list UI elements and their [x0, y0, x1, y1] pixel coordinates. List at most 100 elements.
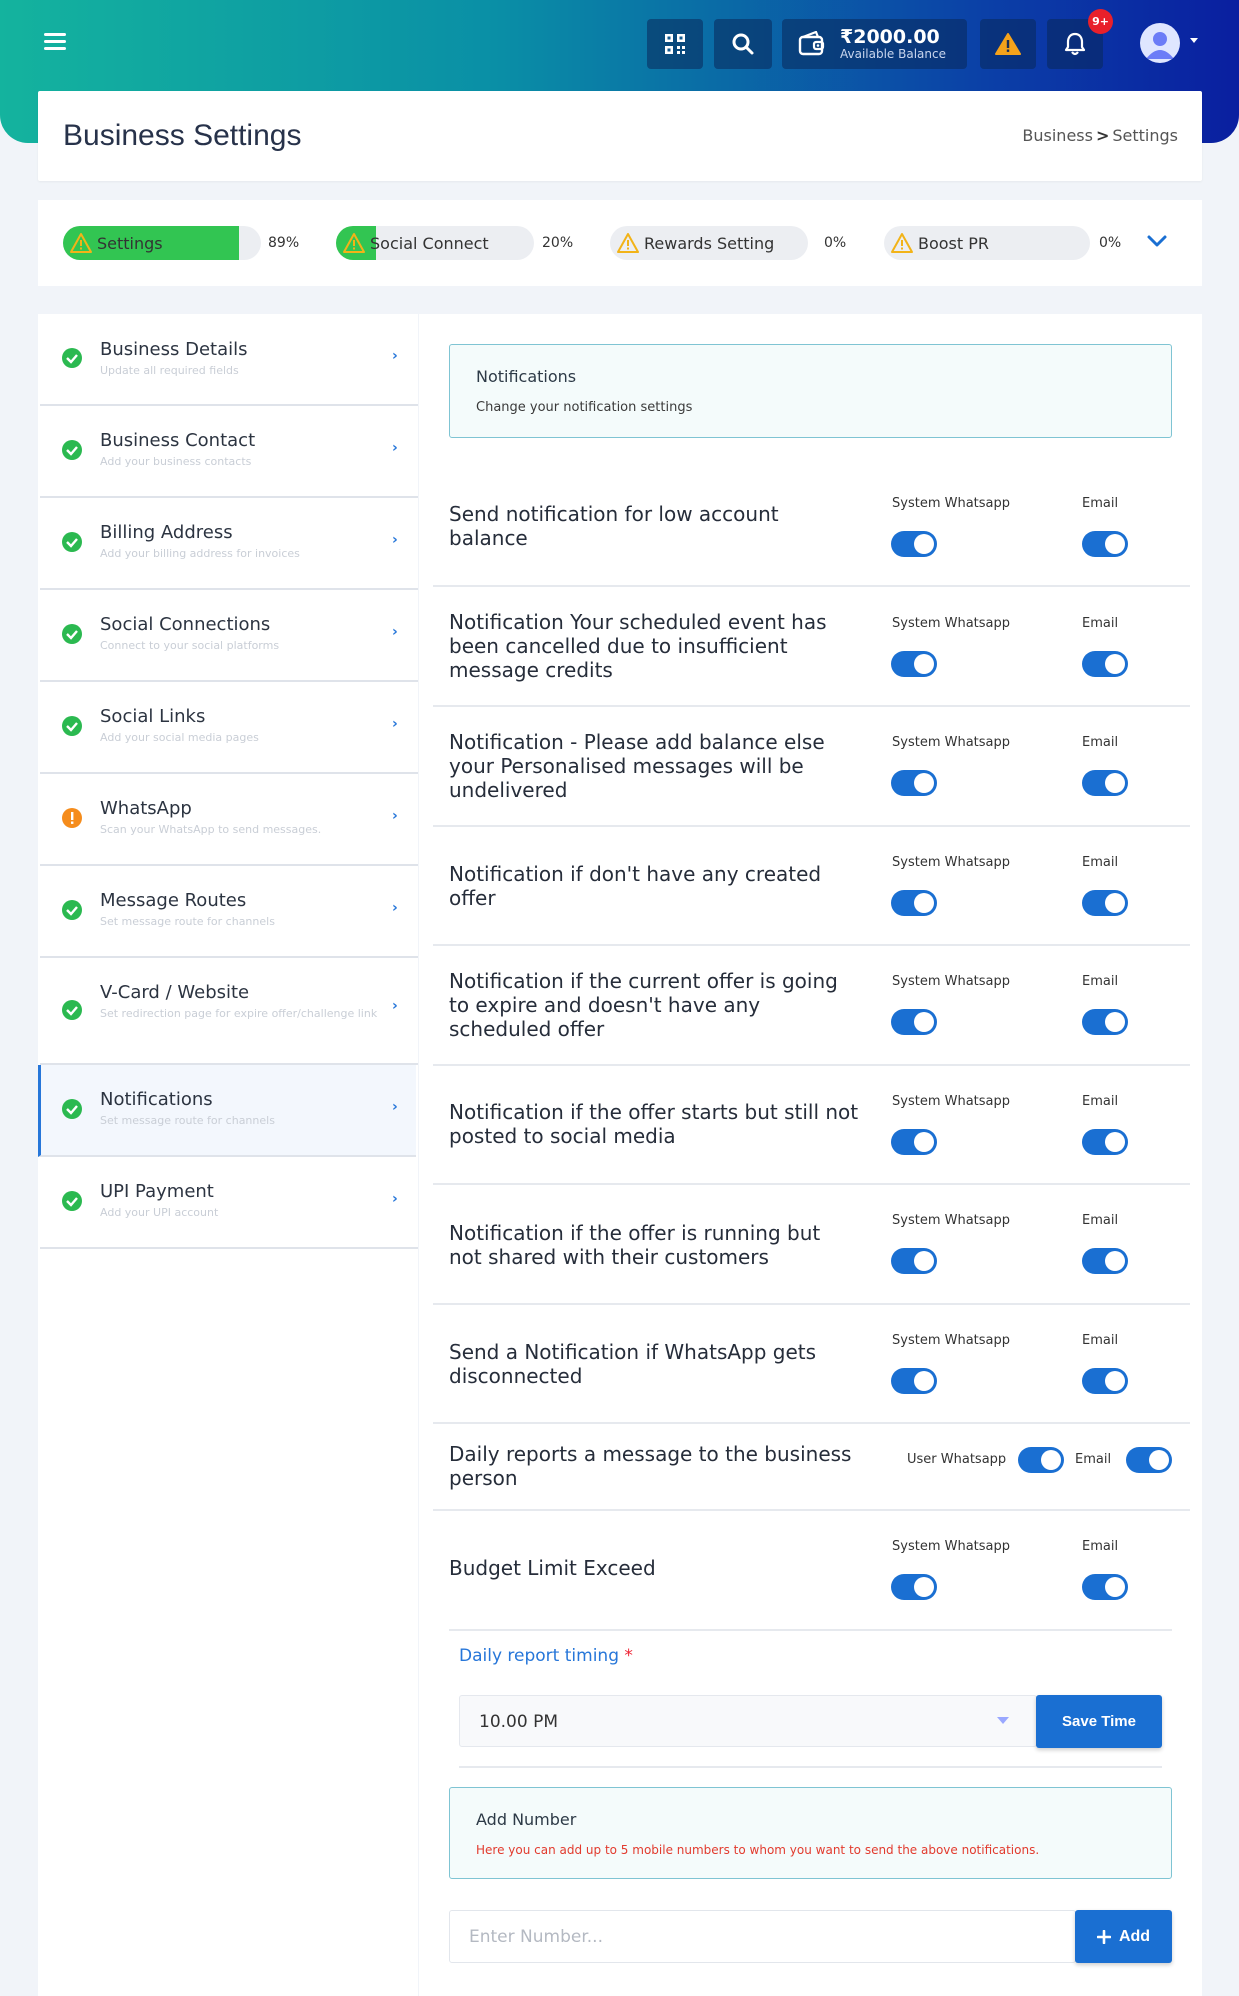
- channel-label: Email: [1082, 974, 1119, 989]
- whatsapp-toggle[interactable]: [891, 1574, 937, 1600]
- balance-amount: ₹2000.00: [840, 26, 940, 48]
- notification-text: Notification if the offer starts but sti…: [449, 1100, 859, 1148]
- sidebar-item-notifications[interactable]: Notifications Set message route for chan…: [38, 1065, 416, 1157]
- whatsapp-toggle[interactable]: [891, 1129, 937, 1155]
- sidebar-item-social-connections[interactable]: Social Connections Connect to your socia…: [40, 590, 418, 682]
- chevron-down-icon: [997, 1717, 1009, 1724]
- qr-button[interactable]: [647, 19, 703, 69]
- save-time-button[interactable]: Save Time: [1036, 1695, 1162, 1748]
- sidebar-item-business-details[interactable]: Business Details Update all required fie…: [40, 314, 418, 406]
- whatsapp-toggle[interactable]: [891, 890, 937, 916]
- search-button[interactable]: [714, 19, 772, 69]
- whatsapp-toggle[interactable]: [891, 1248, 937, 1274]
- notification-text: Notification if the current offer is goi…: [449, 969, 838, 1041]
- bell-icon: [1064, 32, 1086, 56]
- progress-label: Settings: [97, 234, 163, 253]
- page-header: Business Settings Business > Settings: [38, 91, 1202, 181]
- sidebar-item-subtitle: Add your billing address for invoices: [100, 547, 300, 560]
- email-toggle[interactable]: [1082, 1248, 1128, 1274]
- channel-label: System Whatsapp: [892, 1213, 1011, 1228]
- channel-label: System Whatsapp: [892, 974, 1011, 989]
- channel-label: System Whatsapp: [892, 735, 1011, 750]
- breadcrumb-parent[interactable]: Business: [1022, 126, 1093, 145]
- divider: [459, 1766, 1162, 1768]
- sidebar-item-vcard-website[interactable]: V-Card / Website Set redirection page fo…: [40, 958, 418, 1065]
- menu-icon[interactable]: [44, 33, 66, 51]
- email-toggle[interactable]: [1082, 1574, 1128, 1600]
- channel-label: Email: [1082, 735, 1119, 750]
- notification-badge: 9+: [1088, 9, 1113, 34]
- notification-row: Notification if the offer starts but sti…: [433, 1066, 1190, 1185]
- channel-label: Email: [1082, 1539, 1119, 1554]
- email-toggle[interactable]: [1126, 1447, 1172, 1473]
- email-toggle[interactable]: [1082, 770, 1128, 796]
- whatsapp-toggle[interactable]: [891, 531, 937, 557]
- check-circle-icon: [62, 348, 82, 368]
- chevron-right-icon: ›: [392, 900, 398, 916]
- check-circle-icon: [62, 1000, 82, 1020]
- alert-button[interactable]: [980, 19, 1036, 69]
- progress-label: Rewards Setting: [644, 234, 775, 253]
- check-circle-icon: [62, 1099, 82, 1119]
- progress-rewards-setting[interactable]: Rewards Setting: [610, 226, 808, 260]
- notification-row: Notification Your scheduled event has be…: [433, 587, 1190, 707]
- email-toggle[interactable]: [1082, 890, 1128, 916]
- chevron-down-icon[interactable]: [1146, 233, 1168, 249]
- balance-label: Available Balance: [840, 47, 946, 61]
- chevron-right-icon: ›: [392, 624, 398, 640]
- sidebar-item-title: UPI Payment: [100, 1181, 214, 1202]
- progress-percent: 89%: [268, 235, 300, 251]
- sidebar-item-title: Message Routes: [100, 890, 247, 911]
- sidebar-item-billing-address[interactable]: Billing Address Add your billing address…: [40, 498, 418, 590]
- notification-text: Send notification for low account balanc…: [449, 502, 779, 550]
- channel-label: System Whatsapp: [892, 855, 1011, 870]
- progress-boost-pr[interactable]: Boost PR: [884, 226, 1090, 260]
- sidebar-item-title: Social Connections: [100, 614, 271, 635]
- notification-row: Notification if the current offer is goi…: [433, 946, 1190, 1066]
- notification-row: Send a Notification if WhatsApp gets dis…: [433, 1305, 1190, 1424]
- sidebar-item-business-contact[interactable]: Business Contact Add your business conta…: [40, 406, 418, 498]
- breadcrumb-current: Settings: [1112, 126, 1178, 145]
- sidebar-item-social-links[interactable]: Social Links Add your social media pages…: [40, 682, 418, 774]
- sidebar-item-title: Billing Address: [100, 522, 233, 543]
- notification-row: Budget Limit Exceed System Whatsapp Emai…: [449, 1511, 1172, 1631]
- channel-label: Email: [1082, 1213, 1119, 1228]
- chevron-down-icon[interactable]: [1190, 38, 1198, 43]
- sidebar-item-subtitle: Add your UPI account: [100, 1206, 219, 1219]
- progress-percent: 0%: [824, 235, 847, 251]
- daily-report-label: Daily report timing *: [459, 1646, 633, 1666]
- progress-social-connect[interactable]: Social Connect: [336, 226, 534, 260]
- progress-percent: 20%: [542, 235, 574, 251]
- required-mark: *: [624, 1646, 633, 1666]
- email-toggle[interactable]: [1082, 531, 1128, 557]
- sidebar-item-whatsapp[interactable]: WhatsApp Scan your WhatsApp to send mess…: [40, 774, 418, 866]
- plus-icon: [1096, 1929, 1111, 1944]
- channel-label: Email: [1082, 496, 1119, 511]
- notification-text: Budget Limit Exceed: [449, 1556, 656, 1580]
- notification-text: Daily reports a message to the business …: [449, 1442, 852, 1490]
- exclamation-circle-icon: [62, 808, 82, 828]
- progress-settings[interactable]: Settings: [63, 226, 261, 260]
- add-number-box: Add Number Here you can add up to 5 mobi…: [449, 1787, 1172, 1879]
- wallet-balance[interactable]: ₹2000.00 Available Balance: [782, 19, 967, 69]
- report-time-select[interactable]: 10.00 PM: [459, 1695, 1037, 1747]
- whatsapp-toggle[interactable]: [891, 1009, 937, 1035]
- whatsapp-toggle[interactable]: [891, 770, 937, 796]
- sidebar-item-upi-payment[interactable]: UPI Payment Add your UPI account ›: [40, 1157, 418, 1249]
- sidebar-item-subtitle: Add your social media pages: [100, 731, 259, 744]
- email-toggle[interactable]: [1082, 1129, 1128, 1155]
- notification-text: Notification if don't have any created o…: [449, 862, 822, 910]
- whatsapp-toggle[interactable]: [1018, 1447, 1064, 1473]
- notification-row: Daily reports a message to the business …: [433, 1424, 1190, 1511]
- whatsapp-toggle[interactable]: [891, 651, 937, 677]
- sidebar-item-message-routes[interactable]: Message Routes Set message route for cha…: [40, 866, 418, 958]
- email-toggle[interactable]: [1082, 651, 1128, 677]
- add-number-button[interactable]: Add: [1075, 1910, 1172, 1963]
- email-toggle[interactable]: [1082, 1368, 1128, 1394]
- whatsapp-toggle[interactable]: [891, 1368, 937, 1394]
- notification-row: Send notification for low account balanc…: [433, 474, 1190, 587]
- user-avatar[interactable]: [1140, 23, 1180, 63]
- email-toggle[interactable]: [1082, 1009, 1128, 1035]
- phone-number-input[interactable]: [449, 1910, 1076, 1963]
- warning-icon: [995, 33, 1021, 55]
